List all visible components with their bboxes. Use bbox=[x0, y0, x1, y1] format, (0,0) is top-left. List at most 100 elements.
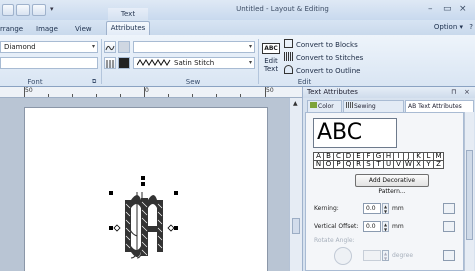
tab-view[interactable]: View bbox=[75, 23, 92, 35]
ruler-tick bbox=[216, 94, 217, 97]
group-label-edit: Edit bbox=[297, 78, 312, 86]
convert-to-blocks-label: Convert to Blocks bbox=[296, 41, 358, 49]
tab-color[interactable]: Color bbox=[307, 100, 342, 112]
rotate-angle-reset-icon bbox=[443, 250, 455, 261]
ruler-label: 50 bbox=[266, 87, 274, 94]
abc-icon[interactable]: ABC bbox=[262, 43, 280, 54]
monogram-design[interactable] bbox=[25, 108, 269, 271]
ruler-tick bbox=[120, 94, 121, 97]
scroll-thumb[interactable] bbox=[292, 218, 300, 234]
kerning-spinner[interactable]: ▲ ▼ bbox=[382, 203, 389, 214]
line-stitch-combo[interactable]: ▾ bbox=[133, 41, 255, 53]
text-preview-input[interactable]: ABC bbox=[313, 118, 397, 148]
line-color-button[interactable] bbox=[118, 41, 130, 53]
tab-text-attributes[interactable]: AB Text Attributes bbox=[405, 100, 474, 112]
sewing-tab-icon bbox=[346, 102, 353, 108]
option-menu[interactable]: Option ▾ bbox=[434, 23, 463, 31]
ruler-label: 50 bbox=[25, 87, 33, 94]
region-sew-type-button[interactable] bbox=[104, 57, 116, 69]
ruler-tick bbox=[96, 94, 97, 97]
blocks-icon bbox=[284, 39, 293, 48]
ruler-tick bbox=[265, 87, 266, 97]
region-stitch-combo[interactable]: Satin Stitch ▾ bbox=[133, 57, 255, 69]
kerning-unit: mm bbox=[392, 205, 404, 212]
letter-row: A B C D E F G H I J K L M bbox=[313, 152, 444, 161]
kerning-label: Kerning: bbox=[314, 205, 339, 212]
tab-color-label: Color bbox=[318, 103, 334, 110]
wave-icon bbox=[105, 45, 115, 51]
minimize-button[interactable]: – bbox=[428, 4, 433, 14]
ruler-tick bbox=[24, 87, 25, 97]
tab-sewing-attributes[interactable]: Sewing Attribu... bbox=[343, 100, 404, 122]
font-size-combo[interactable] bbox=[0, 57, 98, 69]
group-separator bbox=[101, 39, 102, 84]
rotate-angle-spinner: ▲ ▼ bbox=[382, 250, 389, 261]
vertical-offset-reset-icon[interactable] bbox=[443, 221, 455, 232]
outline-icon bbox=[284, 65, 293, 74]
group-separator bbox=[258, 39, 259, 84]
font-combo-value: Diamond bbox=[4, 43, 36, 51]
chevron-down-icon: ▾ bbox=[248, 43, 252, 50]
kerning-reset-icon[interactable] bbox=[443, 203, 455, 214]
rotate-angle-label: Rotate Angle: bbox=[314, 237, 355, 244]
restore-button[interactable]: ▭ bbox=[443, 4, 452, 14]
convert-to-outline-label: Convert to Outline bbox=[296, 67, 361, 75]
close-panel-icon[interactable]: × bbox=[464, 87, 470, 98]
chevron-down-icon: ▾ bbox=[248, 59, 252, 66]
convert-to-outline-button[interactable]: Convert to Outline bbox=[284, 65, 360, 77]
rotate-angle-input bbox=[363, 250, 381, 261]
rotate-dial bbox=[334, 247, 352, 265]
horizontal-ruler: 50 0 50 bbox=[0, 87, 302, 98]
group-label-sew: Sew bbox=[185, 78, 201, 86]
tab-arrange[interactable]: rrange bbox=[0, 23, 23, 35]
design-canvas[interactable] bbox=[0, 98, 289, 271]
scroll-up-icon[interactable]: ▲ bbox=[293, 100, 298, 107]
edit-text-button[interactable]: Edit Text bbox=[261, 57, 281, 73]
vertical-offset-unit: mm bbox=[392, 223, 404, 230]
stitches-icon bbox=[284, 52, 293, 61]
close-button[interactable]: × bbox=[459, 4, 467, 14]
kerning-input[interactable]: 0.0 bbox=[363, 203, 381, 214]
tab-image[interactable]: Image bbox=[36, 23, 58, 35]
ribbon-tab-row: rrange Image View Attributes Option ▾ ? bbox=[0, 20, 475, 35]
pin-icon[interactable]: ⊓ bbox=[451, 87, 456, 98]
tab-attributes[interactable]: Attributes bbox=[106, 21, 150, 35]
satin-stitch-icon bbox=[137, 59, 171, 66]
convert-to-blocks-button[interactable]: Convert to Blocks bbox=[284, 39, 358, 51]
chevron-down-icon: ▾ bbox=[91, 43, 95, 50]
ruler-tick bbox=[192, 94, 193, 97]
character-grid: A B C D E F G H I J K L M N O P Q R S T … bbox=[313, 152, 444, 169]
color-tab-icon bbox=[310, 102, 317, 108]
vertical-offset-spinner[interactable]: ▲ ▼ bbox=[382, 221, 389, 232]
scroll-thumb[interactable] bbox=[466, 150, 473, 240]
group-label-font: Font bbox=[27, 78, 43, 86]
ruler-tick bbox=[168, 94, 169, 97]
vertical-offset-input[interactable]: 0.0 bbox=[363, 221, 381, 232]
ruler-tick bbox=[144, 87, 145, 97]
text-attributes-panel: Text Attributes ⊓ × Color Sewing Attribu… bbox=[302, 87, 475, 271]
ribbon: Diamond ▾ Font ⧉ ▾ Satin Stitch ▾ Sew AB… bbox=[0, 35, 475, 87]
ruler-tick bbox=[48, 94, 49, 97]
window-title: Untitled - Layout & Editing bbox=[236, 5, 329, 13]
title-bar: ▾ Text Untitled - Layout & Editing – ▭ × bbox=[0, 0, 475, 20]
panel-vertical-scrollbar[interactable] bbox=[464, 112, 474, 271]
stitch-type-value: Satin Stitch bbox=[174, 59, 215, 67]
letter-row: N O P Q R S T U V W X Y Z bbox=[313, 160, 444, 169]
panel-header: Text Attributes ⊓ × bbox=[303, 87, 475, 98]
add-decorative-pattern-button[interactable]: Add Decorative Pattern... bbox=[355, 174, 429, 195]
help-icon[interactable]: ? bbox=[469, 23, 473, 31]
panel-body: ABC A B C D E F G H I J K L M N O P Q R … bbox=[305, 112, 464, 271]
font-combo[interactable]: Diamond ▾ bbox=[0, 41, 98, 53]
ruler-label: 0 bbox=[145, 87, 149, 94]
line-sew-type-button[interactable] bbox=[104, 41, 116, 53]
letter-cell[interactable]: Z bbox=[433, 160, 444, 169]
dialog-launcher-icon[interactable]: ⧉ bbox=[92, 78, 96, 86]
canvas-vertical-scrollbar[interactable]: ▲ bbox=[289, 98, 302, 271]
convert-to-stitches-button[interactable]: Convert to Stitches bbox=[284, 52, 363, 64]
ruler-tick bbox=[72, 94, 73, 97]
region-color-button[interactable] bbox=[118, 57, 130, 69]
design-page[interactable] bbox=[24, 107, 268, 271]
panel-title: Text Attributes bbox=[307, 88, 358, 96]
convert-to-stitches-label: Convert to Stitches bbox=[296, 54, 364, 62]
vertical-offset-label: Vertical Offset: bbox=[314, 223, 359, 230]
